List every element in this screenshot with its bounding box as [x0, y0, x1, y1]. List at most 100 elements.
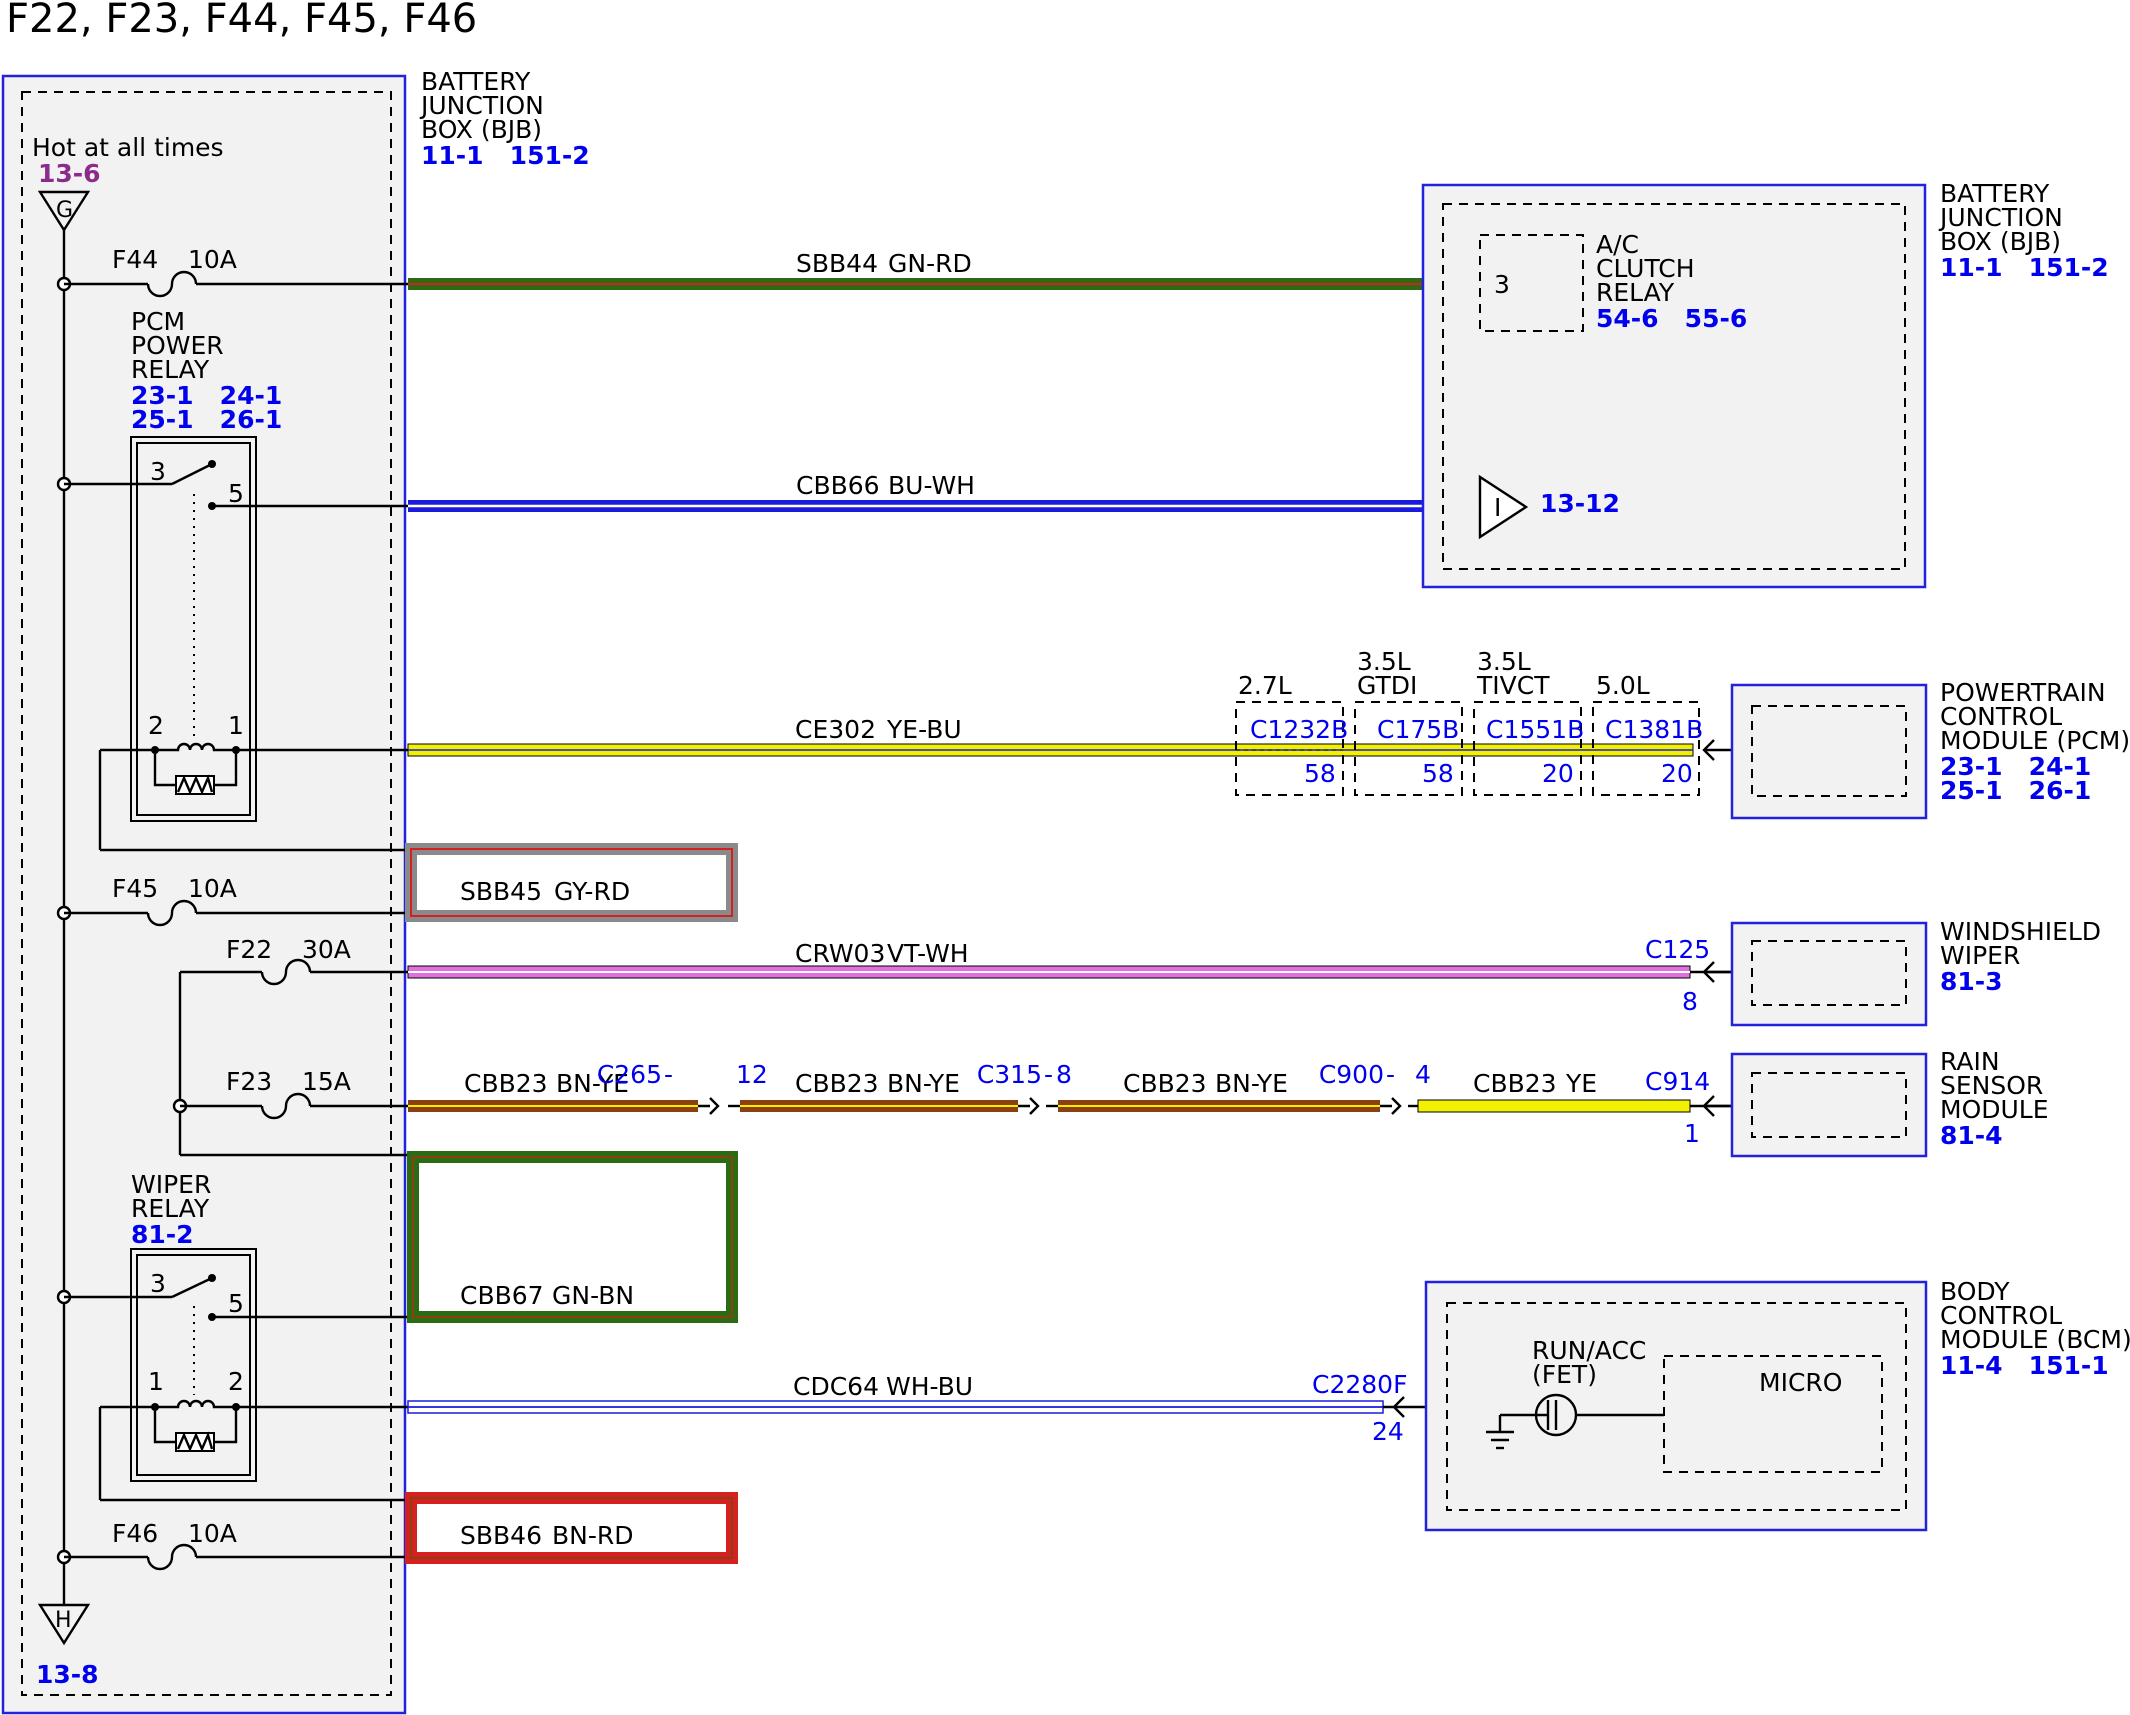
rain-box: [1730, 1052, 1928, 1158]
right-bjb-name-3: BOX (BJB): [1940, 227, 2061, 256]
inline-c315-connector: C315: [977, 1060, 1042, 1089]
wire-sbb46-loop: SBB46 BN-RD: [405, 1492, 738, 1564]
inline-connector-c265-symbol: [698, 1097, 720, 1115]
wire-cbb67-loop: CBB67 GN-BN: [407, 1151, 738, 1323]
wiper-relay-pin-1: 1: [148, 1367, 164, 1396]
inline-connector-c315-symbol: [1018, 1097, 1040, 1115]
wire-sbb44-id: SBB44: [796, 249, 878, 278]
fuse-f45-rating: 10A: [188, 874, 237, 903]
inline-c265-connector: C265: [597, 1060, 662, 1089]
fuse-f45-id: F45: [112, 874, 158, 903]
fuse-f46-id: F46: [112, 1519, 158, 1548]
hot-at-all-times-label: Hot at all times: [32, 133, 224, 162]
wire-cdc64-color: WH-BU: [886, 1372, 973, 1401]
top-bus-ref: 13-6: [38, 159, 101, 188]
bcm-name-3: MODULE (BCM): [1940, 1325, 2130, 1354]
rain-name-3: MODULE: [1940, 1095, 2049, 1124]
inline-c315-pin: 8: [1056, 1060, 1072, 1089]
wiper-relay-refs: 81-2: [131, 1220, 194, 1249]
diagram-title: F22, F23, F44, F45, F46: [6, 0, 477, 42]
internal-connection-ref: 13-12: [1540, 489, 1620, 518]
pcm-module: 2.7L C1232B 58 3.5L GTDI C175B 58 3.5L T…: [1235, 647, 2130, 820]
wire-sbb45-color: GY-RD: [554, 877, 630, 906]
wire-cbb23-seg4-id: CBB23: [1473, 1069, 1557, 1098]
wire-sbb45-loop: SBB45 GY-RD: [405, 843, 738, 922]
pcm-relay-pin-1: 1: [228, 711, 244, 740]
svg-text:-: -: [664, 1060, 673, 1089]
inline-connector-c900-symbol: [1380, 1097, 1402, 1115]
fuse-f22-id: F22: [226, 935, 272, 964]
wire-cbb66-id: CBB66: [796, 471, 880, 500]
bcm-pin: 24: [1372, 1417, 1404, 1446]
left-bjb-name-3: BOX (BJB): [421, 115, 542, 144]
right-bjb-refs: 11-1 151-2: [1940, 253, 2109, 282]
pcm-variant-3-pin: 20: [1542, 759, 1574, 788]
micro-label: MICRO: [1759, 1368, 1842, 1397]
wire-cbb23-seg1-id: CBB23: [464, 1069, 548, 1098]
wiring-diagram: F22, F23, F44, F45, F46 BATTERY JUNCTION…: [1, 0, 2130, 1715]
wire-cbb23: CBB23 BN-YE CBB23 BN-YE CBB23 BN-YE CBB2…: [408, 1060, 1735, 1115]
wire-cdc64-id: CDC64: [793, 1372, 879, 1401]
wiper-relay-pin-2: 2: [228, 1367, 244, 1396]
internal-connection-letter: I: [1494, 493, 1501, 522]
wire-sbb46-id: SBB46: [460, 1521, 542, 1550]
wiper-box: [1730, 921, 1928, 1027]
pcm-box: [1730, 683, 1928, 820]
pcm-refs-2: 25-1 26-1: [1940, 776, 2091, 805]
wire-sbb45-id: SBB45: [460, 877, 542, 906]
fuse-f44-rating: 10A: [188, 245, 237, 274]
pcm-relay-pin-2: 2: [148, 711, 164, 740]
wire-cbb23-seg2-color: BN-YE: [887, 1069, 960, 1098]
svg-text:-: -: [1044, 1060, 1053, 1089]
windshield-wiper-module: C125 8 WINDSHIELD WIPER 81-3: [1645, 917, 2101, 1027]
ac-clutch-relay-pin: 3: [1494, 270, 1510, 299]
pcm-relay-pin-5: 5: [228, 479, 244, 508]
inline-c900-connector: C900: [1319, 1060, 1384, 1089]
ac-clutch-relay-refs: 54-6 55-6: [1596, 304, 1747, 333]
wire-crw03: CRW03 VT-WH: [407, 939, 1735, 979]
svg-text:-: -: [1386, 1060, 1395, 1089]
pcm-relay-pin-3: 3: [150, 457, 166, 486]
fuse-f23-id: F23: [226, 1067, 272, 1096]
wiper-pin: 8: [1682, 987, 1698, 1016]
pcm-connector-c1551b: 3.5L TIVCT C1551B 20: [1473, 647, 1584, 796]
pcm-variant-4-connector: C1381B: [1605, 715, 1703, 744]
fuse-f23-rating: 15A: [302, 1067, 351, 1096]
pcm-relay-refs-2: 25-1 26-1: [131, 405, 282, 434]
bottom-bus-ref: 13-8: [36, 1660, 99, 1689]
wire-cbb23-seg4-color: YE: [1565, 1069, 1597, 1098]
wire-crw03-id: CRW03: [795, 939, 885, 968]
pcm-connector-c175b: 3.5L GTDI C175B 58: [1354, 647, 1463, 796]
pcm-variant-4-pin: 20: [1661, 759, 1693, 788]
wiper-relay-pin-3: 3: [150, 1269, 166, 1298]
wire-ce302-color: YE-BU: [886, 715, 962, 744]
wire-sbb46-color: BN-RD: [552, 1521, 634, 1550]
wiper-relay-name-2: RELAY: [131, 1194, 210, 1223]
wire-cbb23-seg2-id: CBB23: [795, 1069, 879, 1098]
wiper-name-2: WIPER: [1940, 941, 2020, 970]
pcm-variant-2-pin: 58: [1422, 759, 1454, 788]
pcm-connector-c1232b: 2.7L C1232B 58: [1235, 671, 1348, 796]
bcm-refs: 11-4 151-1: [1940, 1351, 2109, 1380]
wire-cbb23-seg3-id: CBB23: [1123, 1069, 1207, 1098]
wire-ce302-id: CE302: [795, 715, 876, 744]
pcm-variant-1-pin: 58: [1304, 759, 1336, 788]
ac-clutch-relay-name-3: RELAY: [1596, 278, 1675, 307]
bcm-module: C2280F 24 BODY CONTROL MODULE (BCM) 11-4…: [1312, 1277, 2130, 1532]
fuse-f46-rating: 10A: [188, 1519, 237, 1548]
left-bjb-refs: 11-1 151-2: [421, 141, 590, 170]
inline-c265-pin: 12: [736, 1060, 768, 1089]
wiper-relay-pin-5: 5: [228, 1289, 244, 1318]
fet-label-2: (FET): [1532, 1360, 1597, 1389]
pcm-variant-1-engine: 2.7L: [1238, 671, 1292, 700]
bus-h-letter: H: [55, 1608, 72, 1633]
wiper-connector: C125: [1645, 935, 1710, 964]
bus-g-letter: G: [56, 198, 73, 223]
rain-sensor-module: C914 1 RAIN SENSOR MODULE 81-4: [1645, 1047, 2049, 1158]
rain-connector: C914: [1645, 1067, 1710, 1096]
pcm-variant-1-connector: C1232B: [1250, 715, 1348, 744]
pcm-variant-3-engine-2: TIVCT: [1476, 671, 1550, 700]
fuse-f44-id: F44: [112, 245, 158, 274]
wiper-refs: 81-3: [1940, 967, 2003, 996]
inline-c900-pin: 4: [1415, 1060, 1431, 1089]
